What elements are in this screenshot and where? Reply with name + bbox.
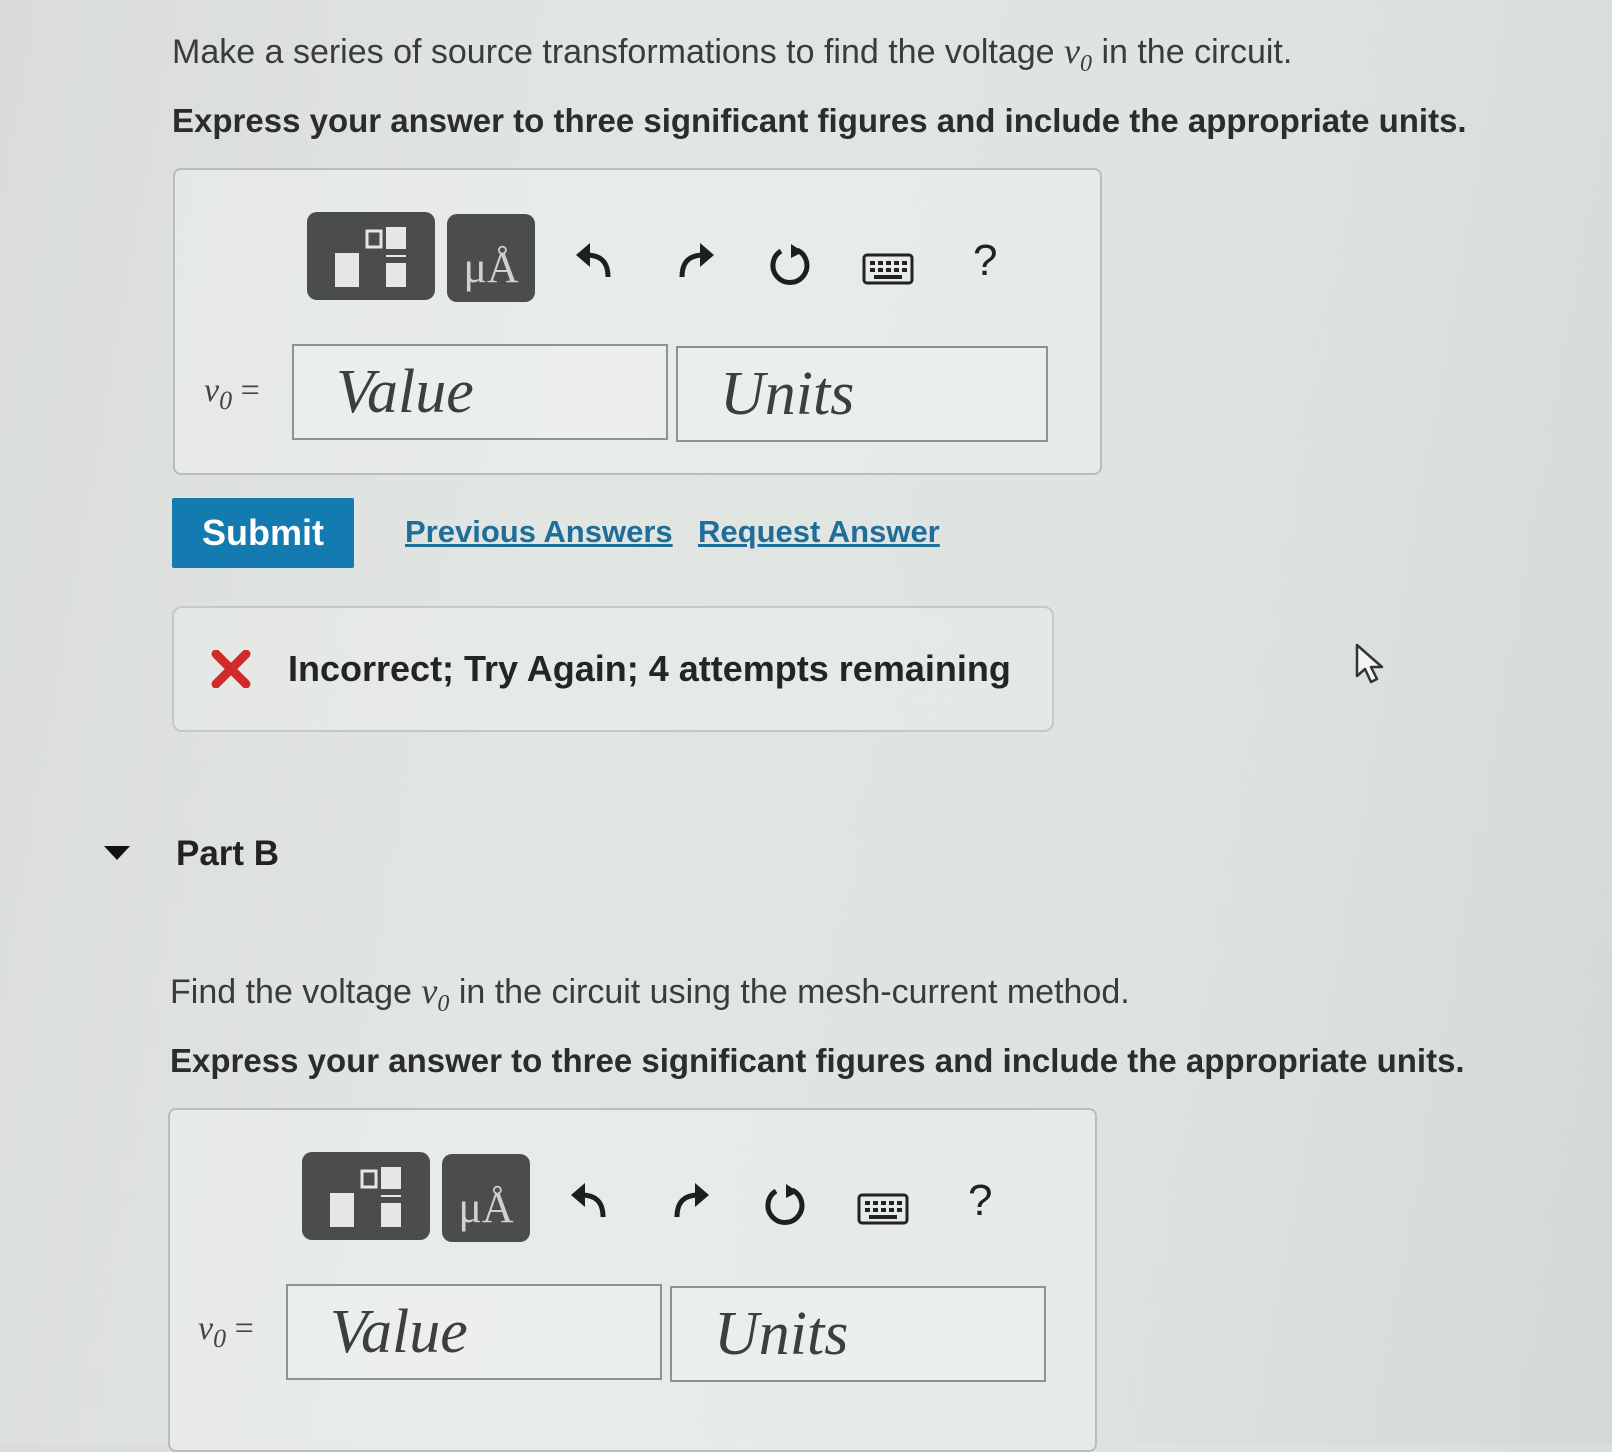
reset-icon[interactable] [760, 1180, 810, 1230]
part-b-title[interactable]: Part B [176, 834, 279, 874]
prompt-variable: v0 [1064, 31, 1092, 78]
request-answer-link[interactable]: Request Answer [698, 514, 940, 550]
part-b-instructions: Express your answer to three significant… [170, 1042, 1465, 1079]
units-input[interactable]: Units [676, 346, 1048, 442]
mouse-cursor-icon [1355, 643, 1384, 684]
value-input[interactable]: Value [286, 1284, 662, 1380]
help-icon[interactable]: ? [968, 1176, 992, 1226]
units-input[interactable]: Units [670, 1286, 1046, 1382]
prompt-text: Find the voltage [170, 973, 422, 1011]
help-icon[interactable]: ? [973, 236, 997, 286]
prompt-text-end: in the circuit using the mesh-current me… [449, 973, 1130, 1011]
prompt-text-end: in the circuit. [1092, 33, 1293, 71]
redo-icon[interactable] [671, 236, 721, 286]
redo-icon[interactable] [666, 1176, 716, 1226]
units-button[interactable]: μÅ [442, 1154, 530, 1242]
submit-button[interactable]: Submit [172, 498, 354, 568]
previous-answers-link[interactable]: Previous Answers [405, 514, 673, 550]
feedback-panel: Incorrect; Try Again; 4 attempts remaini… [172, 606, 1054, 732]
answer-variable-label: v0 = [198, 1310, 254, 1353]
prompt-text: Make a series of source transformations … [172, 33, 1065, 71]
incorrect-x-icon [211, 650, 251, 688]
keyboard-icon[interactable] [856, 1192, 910, 1226]
units-button[interactable]: μÅ [447, 214, 535, 302]
fraction-template-icon [330, 1167, 401, 1227]
reset-icon[interactable] [765, 240, 815, 290]
undo-icon[interactable] [569, 236, 619, 286]
value-input[interactable]: Value [292, 344, 668, 440]
feedback-text: Incorrect; Try Again; 4 attempts remaini… [288, 648, 1011, 689]
prompt-variable: v0 [421, 971, 450, 1018]
undo-icon[interactable] [564, 1176, 614, 1226]
part-a-instructions: Express your answer to three significant… [172, 102, 1467, 139]
part-a-prompt: Make a series of source transformations … [172, 30, 1292, 78]
answer-variable-label: v0 = [204, 372, 260, 415]
collapse-caret-icon[interactable] [102, 844, 132, 862]
keyboard-icon[interactable] [861, 252, 915, 286]
part-b-prompt: Find the voltage v0 in the circuit using… [170, 970, 1130, 1018]
templates-button[interactable] [307, 212, 435, 300]
templates-button[interactable] [302, 1152, 430, 1240]
fraction-template-icon [335, 227, 406, 287]
